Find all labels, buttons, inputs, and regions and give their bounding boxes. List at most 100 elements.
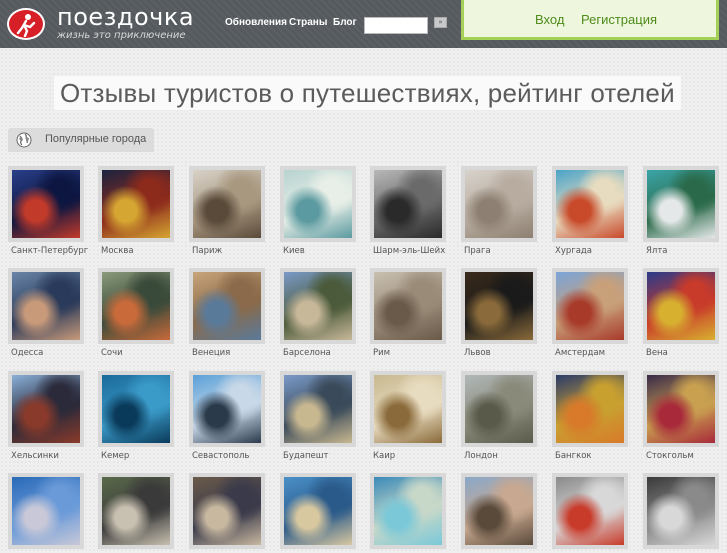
city-item[interactable]	[8, 473, 84, 553]
city-thumbnail[interactable]	[280, 371, 356, 447]
city-thumbnail[interactable]	[643, 166, 719, 242]
city-photo[interactable]	[556, 170, 624, 238]
city-thumbnail[interactable]	[461, 166, 537, 242]
city-photo[interactable]	[556, 477, 624, 545]
city-photo[interactable]	[647, 272, 715, 340]
city-item[interactable]: Киев	[280, 166, 356, 256]
city-name[interactable]: Кемер	[101, 451, 174, 461]
city-item[interactable]	[552, 473, 628, 553]
city-item[interactable]: Севастополь	[189, 371, 265, 461]
city-item[interactable]: Москва	[98, 166, 174, 256]
nav-countries[interactable]: Страны	[289, 17, 327, 28]
city-photo[interactable]	[284, 477, 352, 545]
city-name[interactable]: Севастополь	[192, 451, 265, 461]
city-photo[interactable]	[556, 272, 624, 340]
city-photo[interactable]	[102, 170, 170, 238]
city-thumbnail[interactable]	[370, 473, 446, 549]
city-thumbnail[interactable]	[370, 268, 446, 344]
city-name[interactable]: Хельсинки	[11, 451, 84, 461]
city-name[interactable]: Прага	[464, 246, 537, 256]
city-item[interactable]: Бангкок	[552, 371, 628, 461]
city-thumbnail[interactable]	[643, 371, 719, 447]
city-photo[interactable]	[556, 375, 624, 443]
city-item[interactable]: Стокгольм	[643, 371, 719, 461]
city-thumbnail[interactable]	[8, 473, 84, 549]
city-item[interactable]: Хургада	[552, 166, 628, 256]
search-button[interactable]: »	[434, 17, 447, 28]
city-photo[interactable]	[12, 170, 80, 238]
city-name[interactable]: Стокгольм	[646, 451, 719, 461]
city-name[interactable]: Шарм-эль-Шейх	[373, 246, 446, 256]
logo-icon[interactable]	[7, 8, 45, 40]
city-thumbnail[interactable]	[98, 473, 174, 549]
city-name[interactable]: Венеция	[192, 348, 265, 358]
city-item[interactable]: Вена	[643, 268, 719, 358]
city-photo[interactable]	[102, 272, 170, 340]
city-item[interactable]: Санкт-Петербург	[8, 166, 88, 256]
city-item[interactable]	[189, 473, 265, 553]
city-thumbnail[interactable]	[552, 166, 628, 242]
city-photo[interactable]	[102, 375, 170, 443]
city-name[interactable]: Лондон	[464, 451, 537, 461]
city-item[interactable]: Будапешт	[280, 371, 356, 461]
search-input[interactable]	[364, 17, 428, 34]
city-name[interactable]: Амстердам	[555, 348, 628, 358]
city-name[interactable]: Бангкок	[555, 451, 628, 461]
city-photo[interactable]	[647, 375, 715, 443]
city-item[interactable]	[643, 473, 719, 553]
city-photo[interactable]	[647, 477, 715, 545]
city-item[interactable]: Хельсинки	[8, 371, 84, 461]
city-thumbnail[interactable]	[370, 371, 446, 447]
city-photo[interactable]	[465, 272, 533, 340]
city-name[interactable]: Барселона	[283, 348, 356, 358]
city-name[interactable]: Вена	[646, 348, 719, 358]
city-item[interactable]	[98, 473, 174, 553]
city-item[interactable]	[461, 473, 537, 553]
register-link[interactable]: Регистрация	[581, 12, 657, 27]
city-photo[interactable]	[12, 375, 80, 443]
city-photo[interactable]	[193, 272, 261, 340]
city-photo[interactable]	[374, 477, 442, 545]
city-photo[interactable]	[193, 477, 261, 545]
city-photo[interactable]	[193, 375, 261, 443]
city-name[interactable]: Киев	[283, 246, 356, 256]
city-name[interactable]: Львов	[464, 348, 537, 358]
city-photo[interactable]	[193, 170, 261, 238]
city-thumbnail[interactable]	[189, 473, 265, 549]
city-name[interactable]: Санкт-Петербург	[11, 246, 88, 256]
city-name[interactable]: Хургада	[555, 246, 628, 256]
city-photo[interactable]	[284, 170, 352, 238]
city-item[interactable]	[280, 473, 356, 553]
nav-blog[interactable]: Блог	[333, 17, 357, 28]
city-thumbnail[interactable]	[461, 371, 537, 447]
city-item[interactable]: Каир	[370, 371, 446, 461]
city-item[interactable]: Одесса	[8, 268, 84, 358]
city-thumbnail[interactable]	[8, 268, 84, 344]
city-thumbnail[interactable]	[8, 371, 84, 447]
city-thumbnail[interactable]	[370, 166, 446, 242]
city-item[interactable]: Амстердам	[552, 268, 628, 358]
city-name[interactable]: Одесса	[11, 348, 84, 358]
city-item[interactable]: Париж	[189, 166, 265, 256]
city-thumbnail[interactable]	[8, 166, 84, 242]
city-name[interactable]: Будапешт	[283, 451, 356, 461]
city-name[interactable]: Сочи	[101, 348, 174, 358]
city-item[interactable]: Кемер	[98, 371, 174, 461]
city-photo[interactable]	[374, 170, 442, 238]
city-thumbnail[interactable]	[461, 268, 537, 344]
city-photo[interactable]	[647, 170, 715, 238]
city-thumbnail[interactable]	[189, 268, 265, 344]
city-thumbnail[interactable]	[189, 166, 265, 242]
city-item[interactable]: Венеция	[189, 268, 265, 358]
city-item[interactable]: Шарм-эль-Шейх	[370, 166, 446, 256]
city-thumbnail[interactable]	[643, 473, 719, 549]
city-photo[interactable]	[284, 375, 352, 443]
city-thumbnail[interactable]	[552, 473, 628, 549]
city-item[interactable]: Рим	[370, 268, 446, 358]
city-thumbnail[interactable]	[98, 268, 174, 344]
city-photo[interactable]	[284, 272, 352, 340]
city-name[interactable]: Париж	[192, 246, 265, 256]
city-name[interactable]: Рим	[373, 348, 446, 358]
city-thumbnail[interactable]	[98, 166, 174, 242]
city-name[interactable]: Ялта	[646, 246, 719, 256]
